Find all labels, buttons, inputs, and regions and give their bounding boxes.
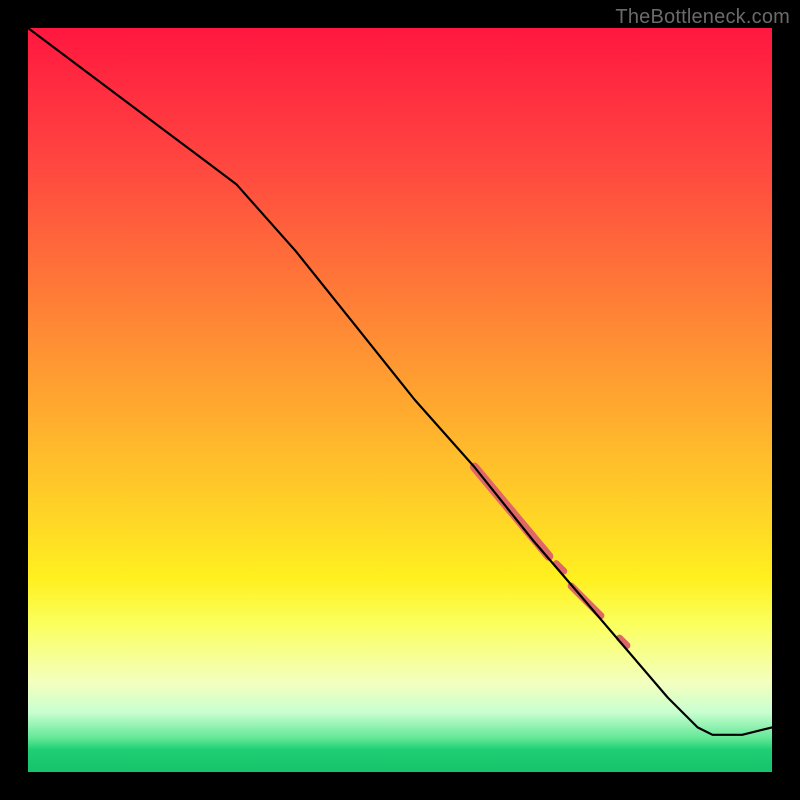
bottleneck-curve	[28, 28, 772, 735]
chart-frame: TheBottleneck.com	[0, 0, 800, 800]
chart-overlay	[28, 28, 772, 772]
watermark-text: TheBottleneck.com	[615, 6, 790, 29]
